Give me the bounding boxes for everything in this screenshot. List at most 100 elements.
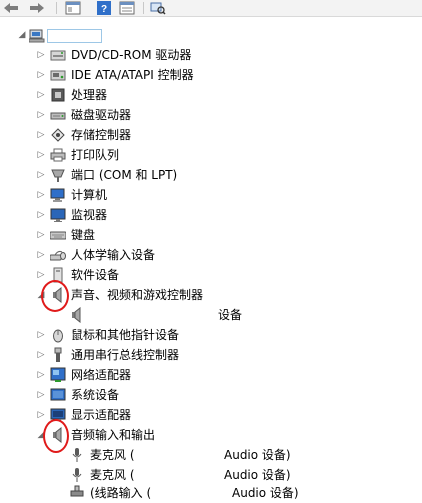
tree-item-monitor[interactable]: ▷ 监视器 — [0, 205, 422, 225]
tree-item-print-queue[interactable]: ▷ 打印队列 — [0, 145, 422, 165]
back-button[interactable] — [2, 1, 20, 15]
mouse-icon — [53, 329, 63, 343]
collapse-icon[interactable]: ◢ — [17, 29, 27, 41]
tree-item-usb[interactable]: ▷ 通用串行总线控制器 — [0, 345, 422, 365]
microphone-icon — [72, 468, 82, 482]
tree-item-suffix: Audio 设备) — [224, 468, 291, 482]
forward-button[interactable] — [28, 1, 46, 15]
properties-icon — [119, 1, 135, 15]
expand-icon[interactable]: ▷ — [36, 169, 46, 181]
computer-icon — [50, 188, 65, 202]
monitor-icon — [50, 208, 66, 222]
tree-item-label: 计算机 — [71, 188, 108, 202]
tree-item-label: 麦克风 ( — [90, 448, 135, 462]
display-adapter-icon — [50, 408, 66, 421]
tree-item-label: 处理器 — [71, 88, 108, 102]
speaker-icon — [53, 427, 62, 443]
console-tree-icon — [65, 1, 81, 15]
tree-item-label: 监视器 — [71, 208, 108, 222]
tree-item-label: DVD/CD-ROM 驱动器 — [71, 48, 192, 62]
speaker-icon — [72, 307, 81, 323]
tree-item-label: 软件设备 — [71, 268, 120, 282]
toolbar-separator — [143, 2, 144, 14]
properties-button[interactable] — [118, 1, 136, 15]
expand-icon[interactable]: ▷ — [36, 409, 46, 421]
usb-icon — [54, 347, 62, 362]
tree-item-label: IDE ATA/ATAPI 控制器 — [71, 68, 194, 82]
tree-item-ide[interactable]: ▷ IDE ATA/ATAPI 控制器 — [0, 65, 422, 85]
tree-item-software-device[interactable]: ▷ 软件设备 — [0, 265, 422, 285]
expand-icon[interactable]: ▷ — [36, 149, 46, 161]
tree-item-display[interactable]: ▷ 显示适配器 — [0, 405, 422, 425]
storage-controller-icon — [51, 128, 65, 142]
svg-text:?: ? — [101, 4, 107, 15]
toolbar-separator — [56, 2, 57, 14]
tree-item-processor[interactable]: ▷ 处理器 — [0, 85, 422, 105]
dvd-drive-icon — [50, 50, 66, 61]
tree-item-network[interactable]: ▷ 网络适配器 — [0, 365, 422, 385]
scan-hardware-icon — [150, 2, 166, 15]
tree-item-computer[interactable]: ▷ 计算机 — [0, 185, 422, 205]
tree-item-label: 人体学输入设备 — [71, 248, 156, 262]
tree-item-audio-io[interactable]: ◢ 音频输入和输出 — [0, 425, 422, 445]
collapse-icon[interactable]: ◢ — [36, 429, 46, 441]
tree-item-hid[interactable]: ▷ 人体学输入设备 — [0, 245, 422, 265]
expand-icon[interactable]: ▷ — [36, 49, 46, 61]
show-hide-tree-button[interactable] — [64, 1, 82, 15]
expand-icon[interactable]: ▷ — [36, 209, 46, 221]
toolbar: ? — [0, 0, 422, 17]
tree-item-label: 麦克风 ( — [90, 468, 135, 482]
tree-item-system[interactable]: ▷ 系统设备 — [0, 385, 422, 405]
tree-item-label: 显示适配器 — [71, 408, 132, 422]
processor-icon — [51, 88, 65, 102]
system-device-icon — [50, 388, 66, 401]
device-tree: ◢ ▷ DVD/CD-ROM 驱动器 ▷ IDE ATA/ATAPI 控制器 ▷… — [0, 17, 422, 500]
expand-icon[interactable]: ▷ — [36, 229, 46, 241]
tree-item-dvd[interactable]: ▷ DVD/CD-ROM 驱动器 — [0, 45, 422, 65]
keyboard-icon — [50, 231, 66, 240]
expand-icon[interactable]: ▷ — [36, 329, 46, 341]
expand-icon[interactable]: ▷ — [36, 269, 46, 281]
tree-item-storage[interactable]: ▷ 存储控制器 — [0, 125, 422, 145]
expand-icon[interactable]: ▷ — [36, 369, 46, 381]
tree-item-sound-video-game[interactable]: ◢ 声音、视频和游戏控制器 — [0, 285, 422, 305]
root-label-box[interactable] — [47, 29, 102, 43]
expand-icon[interactable]: ▷ — [36, 249, 46, 261]
tree-item-label: 通用串行总线控制器 — [71, 348, 180, 362]
expand-icon[interactable]: ▷ — [36, 349, 46, 361]
speaker-icon — [53, 287, 62, 303]
help-button[interactable]: ? — [96, 1, 112, 15]
expand-icon[interactable]: ▷ — [36, 89, 46, 101]
computer-root-icon — [29, 29, 45, 43]
tree-item-mouse[interactable]: ▷ 鼠标和其他指针设备 — [0, 325, 422, 345]
collapse-icon[interactable]: ◢ — [36, 289, 46, 301]
network-adapter-icon — [50, 367, 66, 382]
expand-icon[interactable]: ▷ — [36, 129, 46, 141]
tree-root[interactable]: ◢ — [0, 25, 422, 45]
tree-item-line-in[interactable]: (线路输入 ( Audio 设备) — [0, 483, 422, 503]
expand-icon[interactable]: ▷ — [36, 69, 46, 81]
microphone-icon — [72, 448, 82, 462]
tree-item-suffix: Audio 设备) — [232, 486, 299, 500]
tree-item-label: 系统设备 — [71, 388, 120, 402]
tree-item-microphone[interactable]: 麦克风 ( Audio 设备) — [0, 445, 422, 465]
tree-item-ports[interactable]: ▷ 端口 (COM 和 LPT) — [0, 165, 422, 185]
tree-item-sound-device[interactable]: 设备 — [0, 305, 422, 325]
tree-item-label: 设备 — [218, 308, 243, 322]
port-icon — [51, 169, 65, 182]
tree-item-label: 端口 (COM 和 LPT) — [71, 168, 178, 182]
expand-icon[interactable]: ▷ — [36, 389, 46, 401]
expand-icon[interactable]: ▷ — [36, 189, 46, 201]
expand-icon[interactable]: ▷ — [36, 109, 46, 121]
tree-item-keyboard[interactable]: ▷ 键盘 — [0, 225, 422, 245]
ide-controller-icon — [50, 70, 66, 81]
disk-drive-icon — [50, 112, 66, 120]
tree-item-microphone[interactable]: 麦克风 ( Audio 设备) — [0, 465, 422, 485]
scan-hardware-button[interactable] — [149, 1, 167, 15]
printer-icon — [50, 148, 66, 162]
hid-icon — [50, 250, 66, 261]
tree-item-label: 声音、视频和游戏控制器 — [71, 288, 204, 302]
line-in-icon — [70, 485, 84, 497]
tree-item-label: 键盘 — [71, 228, 96, 242]
tree-item-disk[interactable]: ▷ 磁盘驱动器 — [0, 105, 422, 125]
